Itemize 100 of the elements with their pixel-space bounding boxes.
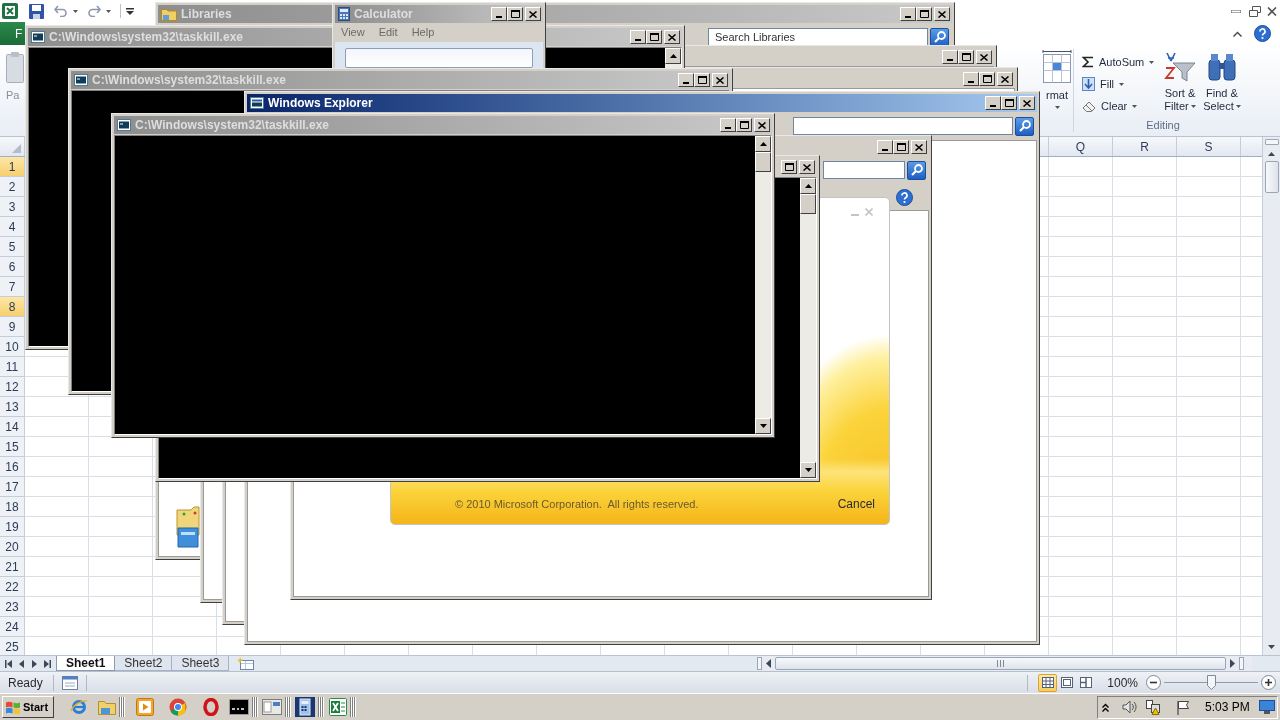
search-button[interactable]: [907, 160, 926, 180]
minimize-button[interactable]: [942, 50, 958, 64]
row-header[interactable]: 14: [0, 417, 25, 437]
row-header[interactable]: 11: [0, 357, 25, 377]
browser-icon[interactable]: [69, 698, 88, 716]
flag-icon[interactable]: [1176, 699, 1191, 715]
left-arrow-icon[interactable]: [766, 659, 771, 668]
row-header[interactable]: 12: [0, 377, 25, 397]
row-header[interactable]: 18: [0, 497, 25, 517]
minimize-button[interactable]: [900, 7, 916, 21]
format-button[interactable]: rmat: [1041, 45, 1073, 136]
view-button[interactable]: [1038, 673, 1058, 692]
minimize-button[interactable]: [985, 96, 1001, 110]
maximize-button[interactable]: [507, 7, 523, 21]
scroll-up-button[interactable]: [755, 136, 771, 152]
macro-record-icon[interactable]: [61, 675, 78, 690]
speaker-icon[interactable]: [1122, 700, 1138, 714]
scroll-down-button[interactable]: [755, 418, 771, 434]
close-button[interactable]: [934, 7, 950, 21]
search-field[interactable]: [793, 117, 1013, 135]
right-arrow-icon[interactable]: [1230, 659, 1235, 668]
minimize-button[interactable]: [630, 30, 646, 44]
split-handle[interactable]: [757, 657, 762, 670]
row-header[interactable]: 1: [0, 157, 25, 177]
close-button[interactable]: [997, 72, 1013, 86]
next-sheet-icon[interactable]: [31, 659, 38, 668]
row-header[interactable]: 6: [0, 257, 25, 277]
find-select-button[interactable]: Find & Select: [1200, 51, 1244, 120]
sheet-tab[interactable]: Sheet2: [115, 656, 173, 671]
close-button[interactable]: [911, 140, 927, 154]
minimize-button[interactable]: [877, 140, 893, 154]
previous-sheet-icon[interactable]: [18, 659, 25, 668]
row-header[interactable]: 24: [0, 617, 25, 637]
help-icon[interactable]: [1254, 25, 1271, 42]
close-button[interactable]: [799, 160, 815, 174]
column-header[interactable]: Q: [1049, 137, 1113, 156]
maximize-button[interactable]: [958, 50, 974, 64]
minimize-icon[interactable]: [1231, 9, 1241, 13]
file-tab[interactable]: F: [0, 22, 25, 45]
maximize-button[interactable]: [781, 160, 797, 174]
search-button[interactable]: [1015, 116, 1034, 136]
zoom-out-icon[interactable]: [1146, 675, 1161, 690]
clear-button[interactable]: Clear: [1082, 95, 1160, 117]
close-button[interactable]: [712, 73, 728, 87]
row-header[interactable]: 19: [0, 517, 25, 537]
row-header[interactable]: 13: [0, 397, 25, 417]
console-icon[interactable]: [229, 699, 249, 715]
row-header[interactable]: 2: [0, 177, 25, 197]
show-desktop-icon[interactable]: [1259, 700, 1275, 714]
maximize-button[interactable]: [1001, 96, 1017, 110]
row-header[interactable]: 9: [0, 317, 25, 337]
last-sheet-icon[interactable]: [44, 659, 51, 668]
scroll-thumb[interactable]: [1264, 161, 1279, 193]
start-button[interactable]: Start: [2, 696, 54, 718]
redo-icon[interactable]: [87, 5, 101, 17]
undo-icon[interactable]: [54, 5, 68, 17]
scroll-up-button[interactable]: [665, 48, 681, 64]
collapse-ribbon-icon[interactable]: [1233, 30, 1242, 37]
row-header[interactable]: 25: [0, 637, 25, 655]
close-icon[interactable]: [1267, 6, 1277, 16]
vertical-scrollbar[interactable]: [1262, 137, 1280, 655]
row-header[interactable]: 21: [0, 557, 25, 577]
row-header[interactable]: 8: [0, 297, 25, 317]
scrollbar[interactable]: [755, 136, 771, 434]
search-field[interactable]: [823, 161, 905, 179]
scroll-down-button[interactable]: [800, 462, 816, 478]
maximize-button[interactable]: [916, 7, 932, 21]
segmented-circle-icon[interactable]: [168, 698, 187, 716]
maximize-button[interactable]: [736, 118, 752, 132]
restore-icon[interactable]: [1249, 5, 1261, 17]
up-arrow-icon[interactable]: [1268, 152, 1275, 156]
row-header[interactable]: 15: [0, 437, 25, 457]
row-header[interactable]: 5: [0, 237, 25, 257]
close-button[interactable]: [664, 30, 680, 44]
row-header[interactable]: 3: [0, 197, 25, 217]
down-arrow-icon[interactable]: [1268, 645, 1275, 649]
spreadsheet-icon[interactable]: [329, 698, 347, 716]
library-icon[interactable]: [176, 506, 200, 548]
zoom-in-icon[interactable]: [1261, 675, 1276, 690]
window-icon[interactable]: [262, 699, 282, 715]
row-header[interactable]: 23: [0, 597, 25, 617]
search-field[interactable]: Search Libraries: [708, 28, 928, 46]
close-button[interactable]: [1019, 96, 1035, 110]
horizontal-scrollbar[interactable]: [757, 656, 1252, 671]
chevrons-up-icon[interactable]: [1102, 702, 1109, 712]
split-handle[interactable]: [1239, 657, 1244, 670]
ring-icon[interactable]: [202, 698, 219, 716]
sheet-tab[interactable]: Sheet3: [172, 656, 230, 671]
scroll-thumb[interactable]: [775, 657, 1226, 670]
menu-item[interactable]: Help: [411, 27, 435, 38]
menu-item[interactable]: View: [341, 27, 365, 38]
sheet-tab[interactable]: Sheet1: [56, 656, 116, 671]
cancel-button[interactable]: Cancel: [837, 498, 875, 510]
maximize-button[interactable]: [694, 73, 710, 87]
maximize-button[interactable]: [646, 30, 662, 44]
row-header[interactable]: 10: [0, 337, 25, 357]
insert-sheet-icon[interactable]: [237, 657, 255, 670]
maximize-button[interactable]: [979, 72, 995, 86]
play-icon[interactable]: [135, 698, 154, 716]
autosum-button[interactable]: AutoSum: [1082, 51, 1160, 73]
